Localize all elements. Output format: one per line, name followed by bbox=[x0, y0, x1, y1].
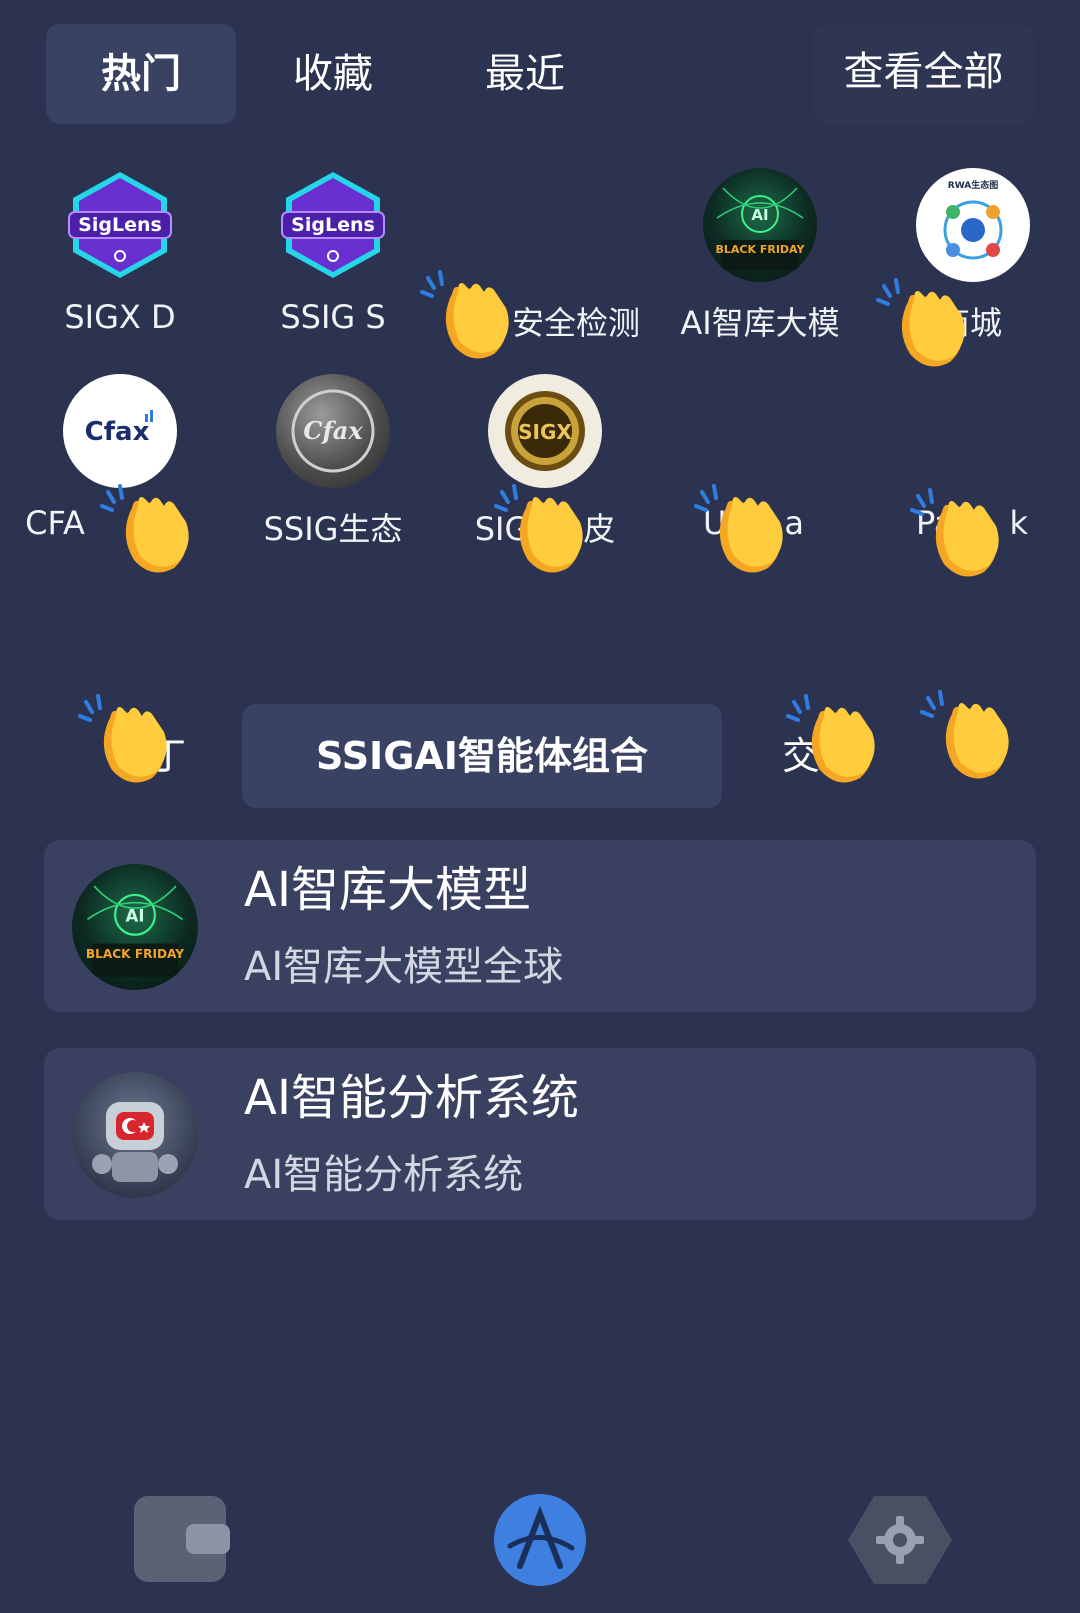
category-tabs: 丁 SSIGAI智能体组合 交 bbox=[0, 704, 1080, 808]
app-sigx-skin[interactable]: SIGX SIG 皮 bbox=[440, 366, 650, 566]
category-tab-right[interactable]: 交 bbox=[782, 704, 820, 808]
app-cfa[interactable]: Cfax CFA bbox=[15, 366, 225, 566]
list-item[interactable]: AI智能分析系统 AI智能分析系统 bbox=[44, 1048, 1036, 1220]
app-label: Ua bbox=[703, 504, 805, 542]
list-item-title: AI智能分析系统 bbox=[244, 1070, 579, 1126]
siglens-icon: SigLens bbox=[63, 168, 177, 282]
list-item-subtitle: AI智库大模型全球 bbox=[244, 944, 564, 990]
view-all-button[interactable]: 查看全部 bbox=[813, 24, 1034, 124]
app-label: CFA bbox=[25, 504, 85, 542]
svg-text:SigLens: SigLens bbox=[78, 214, 162, 236]
gear-icon bbox=[848, 1496, 952, 1584]
app-ai-think-tank[interactable]: AI BLACK FRIDAY AI智库大模 bbox=[655, 160, 865, 360]
app-pa[interactable]: Pa k bbox=[868, 366, 1078, 566]
sigx-coin-icon: SIGX bbox=[488, 374, 602, 488]
app-label: 安全检测 bbox=[512, 304, 641, 342]
tab-hot[interactable]: 热门 bbox=[46, 24, 236, 124]
app-mall[interactable]: RWA生态图 商城 bbox=[868, 160, 1078, 360]
app-sigx-d[interactable]: SigLens SIGX D bbox=[15, 160, 225, 360]
list-item[interactable]: AI BLACK FRIDAY AI智库大模型 AI智库大模型全球 bbox=[44, 840, 1036, 1012]
discover-button[interactable] bbox=[480, 1488, 600, 1598]
app-label: AI智库大模 bbox=[680, 304, 840, 342]
discover-icon bbox=[494, 1494, 586, 1586]
cfax-coin-icon: Cfax bbox=[276, 374, 390, 488]
category-tab-ssigai[interactable]: SSIGAI智能体组合 bbox=[242, 704, 722, 808]
svg-text:Cfax: Cfax bbox=[303, 416, 363, 445]
app-u[interactable]: Ua bbox=[655, 366, 865, 566]
ai-black-friday-icon: AI BLACK FRIDAY bbox=[72, 864, 198, 990]
svg-text:SigLens: SigLens bbox=[291, 214, 375, 236]
app-grid: SigLens SIGX D SigLens SSIG S 安全检测 AI BL… bbox=[0, 160, 1080, 620]
cfax-icon: Cfax bbox=[63, 374, 177, 488]
svg-text:Cfax: Cfax bbox=[85, 417, 150, 447]
svg-text:BLACK FRIDAY: BLACK FRIDAY bbox=[86, 947, 184, 961]
svg-text:BLACK FRIDAY: BLACK FRIDAY bbox=[716, 243, 806, 256]
tab-recent[interactable]: 最近 bbox=[430, 24, 620, 124]
siglens-icon: SigLens bbox=[276, 168, 390, 282]
ai-black-friday-icon: AI BLACK FRIDAY bbox=[703, 168, 817, 282]
app-label: SIG 皮 bbox=[474, 510, 616, 548]
app-label: Pa k bbox=[916, 504, 1028, 542]
wallet-button[interactable] bbox=[120, 1488, 240, 1598]
tab-favorites[interactable]: 收藏 bbox=[238, 24, 428, 124]
rwa-ecosystem-icon: RWA生态图 bbox=[916, 168, 1030, 282]
svg-text:AI: AI bbox=[126, 906, 145, 925]
wallet-icon bbox=[134, 1496, 230, 1582]
robot-icon bbox=[72, 1072, 198, 1198]
app-security-check[interactable]: 安全检测 bbox=[440, 160, 650, 360]
settings-button[interactable] bbox=[840, 1488, 960, 1598]
svg-text:SIGX: SIGX bbox=[518, 420, 572, 444]
top-tab-bar: 热门 收藏 最近 查看全部 bbox=[46, 24, 1034, 124]
app-label: 商城 bbox=[938, 304, 1003, 342]
svg-text:RWA生态图: RWA生态图 bbox=[948, 179, 998, 191]
app-label: SSIG生态 bbox=[263, 510, 403, 548]
app-ssig-ecosystem[interactable]: Cfax SSIG生态 bbox=[228, 366, 438, 566]
app-label: SSIG S bbox=[280, 298, 386, 336]
list-item-title: AI智库大模型 bbox=[244, 862, 531, 918]
app-ssig-s[interactable]: SigLens SSIG S bbox=[228, 160, 438, 360]
app-label: SIGX D bbox=[64, 298, 176, 336]
category-tab-left[interactable]: 丁 bbox=[148, 704, 186, 808]
list-item-subtitle: AI智能分析系统 bbox=[244, 1152, 524, 1198]
